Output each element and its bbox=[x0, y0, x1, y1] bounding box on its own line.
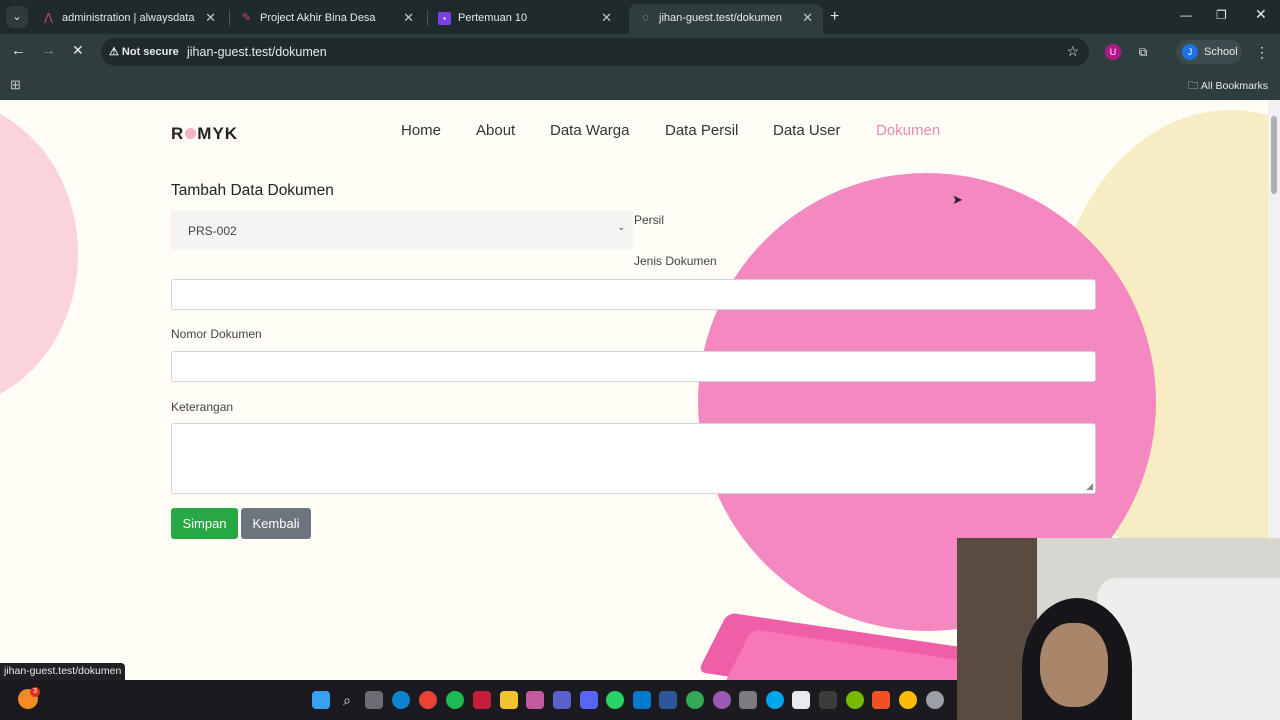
search-icon[interactable]: ⌕ bbox=[338, 691, 356, 709]
app-icon[interactable] bbox=[473, 691, 491, 709]
tab-strip: ⌄ ⋀ administration | alwaysdata ✕ ✎ Proj… bbox=[0, 0, 1280, 34]
mouse-pointer-icon: ➤ bbox=[952, 192, 963, 207]
tab-search-button[interactable]: ⌄ bbox=[6, 6, 28, 28]
profile-button[interactable]: J School bbox=[1176, 40, 1242, 64]
logo-text-right: MYK bbox=[197, 124, 239, 143]
back-arrow-icon[interactable]: ← bbox=[11, 42, 26, 59]
minimize-icon[interactable]: — bbox=[1180, 8, 1192, 22]
all-bookmarks-button[interactable]: 🗀 All Bookmarks bbox=[1188, 78, 1268, 96]
nav-data-user[interactable]: Data User bbox=[773, 122, 841, 139]
app-icon[interactable] bbox=[846, 691, 864, 709]
chrome-profile-icon[interactable] bbox=[713, 691, 731, 709]
resize-handle-icon[interactable]: ◢ bbox=[1086, 481, 1093, 492]
loading-icon: ◌ bbox=[642, 12, 649, 24]
nav-about[interactable]: About bbox=[476, 122, 515, 139]
word-icon[interactable] bbox=[659, 691, 677, 709]
settings-icon[interactable] bbox=[739, 691, 757, 709]
tab-project-akhir[interactable]: ✎ Project Akhir Bina Desa ✕ bbox=[230, 4, 424, 34]
chrome-profile-icon[interactable] bbox=[899, 691, 917, 709]
chrome-profile-icon[interactable] bbox=[686, 691, 704, 709]
save-button[interactable]: Simpan bbox=[171, 508, 238, 539]
browser-toolbar: ← → ✕ ⚠ Not secure jihan-guest.test/doku… bbox=[0, 34, 1280, 70]
decorative-circle-left bbox=[0, 100, 78, 408]
forward-arrow-icon[interactable]: → bbox=[41, 42, 56, 59]
profile-label: School bbox=[1204, 46, 1238, 58]
nomor-dokumen-label: Nomor Dokumen bbox=[171, 327, 262, 341]
jenis-dokumen-field[interactable] bbox=[171, 279, 1096, 310]
nomor-dokumen-field[interactable] bbox=[171, 351, 1096, 382]
tab-pertemuan[interactable]: ▪ Pertemuan 10 ✕ bbox=[428, 4, 622, 34]
nav-dokumen[interactable]: Dokumen bbox=[876, 122, 940, 139]
keterangan-textarea[interactable]: ◢ bbox=[171, 423, 1096, 494]
app-icon[interactable] bbox=[766, 691, 784, 709]
nav-data-persil[interactable]: Data Persil bbox=[665, 122, 738, 139]
bookmarks-bar: ⊞ 🗀 All Bookmarks bbox=[0, 70, 1280, 100]
page-title: Tambah Data Dokumen bbox=[171, 182, 334, 199]
task-view-icon[interactable] bbox=[365, 691, 383, 709]
notepad-icon[interactable] bbox=[792, 691, 810, 709]
chevron-down-icon: ⌄ bbox=[617, 222, 625, 232]
site-logo[interactable]: R MYK bbox=[171, 124, 238, 144]
tab-label: jihan-guest.test/dokumen bbox=[659, 12, 782, 24]
jenis-dokumen-label: Jenis Dokumen bbox=[634, 254, 717, 268]
discord-icon[interactable] bbox=[580, 691, 598, 709]
address-bar[interactable]: ⚠ Not secure jihan-guest.test/dokumen ☆ bbox=[101, 38, 1089, 66]
alwaysdata-icon: ⋀ bbox=[43, 12, 54, 24]
close-icon[interactable]: ✕ bbox=[601, 10, 612, 26]
teams-icon[interactable] bbox=[553, 691, 571, 709]
extensions-puzzle-icon[interactable]: ⧉ bbox=[1135, 44, 1151, 60]
app-icon[interactable] bbox=[872, 691, 890, 709]
webcam-overlay bbox=[957, 538, 1280, 720]
restore-icon[interactable]: ❐ bbox=[1216, 8, 1227, 22]
all-bookmarks-label: All Bookmarks bbox=[1200, 80, 1268, 92]
close-icon[interactable]: ✕ bbox=[802, 10, 813, 26]
stop-loading-icon[interactable]: ✕ bbox=[72, 42, 84, 59]
status-url-bubble: jihan-guest.test/dokumen bbox=[0, 663, 126, 680]
file-explorer-icon[interactable] bbox=[500, 691, 518, 709]
tab-dokumen[interactable]: ◌ jihan-guest.test/dokumen ✕ bbox=[629, 4, 823, 34]
close-icon[interactable]: ✕ bbox=[403, 10, 414, 26]
apps-grid-icon[interactable]: ⊞ bbox=[10, 77, 21, 93]
webcam-face bbox=[1040, 623, 1108, 707]
project-icon: ✎ bbox=[241, 12, 252, 24]
bookmark-star-icon[interactable]: ☆ bbox=[1066, 43, 1079, 60]
scrollbar-thumb[interactable] bbox=[1271, 116, 1277, 194]
laragon-icon[interactable] bbox=[526, 691, 544, 709]
spotify-icon[interactable] bbox=[446, 691, 464, 709]
persil-select-value: PRS-002 bbox=[188, 224, 237, 238]
window-close-icon[interactable]: ✕ bbox=[1255, 6, 1267, 23]
extension-shield-icon[interactable]: U bbox=[1105, 44, 1121, 60]
app-icon[interactable] bbox=[926, 691, 944, 709]
persil-select[interactable]: PRS-002 ⌄ bbox=[171, 210, 633, 250]
notification-badge: 3 bbox=[30, 687, 40, 697]
security-indicator[interactable]: ⚠ Not secure bbox=[109, 45, 179, 58]
nav-data-warga[interactable]: Data Warga bbox=[550, 122, 629, 139]
terminal-icon[interactable] bbox=[819, 691, 837, 709]
classroom-icon: ▪ bbox=[438, 12, 451, 25]
nav-home[interactable]: Home bbox=[401, 122, 441, 139]
back-button[interactable]: Kembali bbox=[241, 508, 311, 539]
keterangan-label: Keterangan bbox=[171, 400, 234, 414]
url-text[interactable]: jihan-guest.test/dokumen bbox=[187, 45, 327, 59]
start-windows-icon[interactable] bbox=[312, 691, 330, 709]
tab-label: Pertemuan 10 bbox=[458, 12, 528, 24]
persil-label: Persil bbox=[634, 213, 665, 227]
edge-icon[interactable] bbox=[392, 691, 410, 709]
logo-dot bbox=[185, 128, 197, 139]
avatar: J bbox=[1182, 44, 1198, 60]
chrome-icon[interactable] bbox=[419, 691, 437, 709]
logo-text-left: R bbox=[171, 124, 185, 143]
tab-label: Project Akhir Bina Desa bbox=[260, 12, 376, 24]
folder-icon: 🗀 bbox=[1188, 80, 1199, 92]
vscode-icon[interactable] bbox=[633, 691, 651, 709]
new-tab-icon[interactable]: + bbox=[830, 8, 839, 26]
tab-alwaysdata[interactable]: ⋀ administration | alwaysdata ✕ bbox=[32, 4, 226, 34]
security-label: Not secure bbox=[121, 46, 179, 58]
tab-label: administration | alwaysdata bbox=[62, 12, 195, 24]
menu-kebab-icon[interactable]: ⋮ bbox=[1254, 44, 1270, 60]
whatsapp-icon[interactable] bbox=[606, 691, 624, 709]
close-icon[interactable]: ✕ bbox=[205, 10, 216, 26]
